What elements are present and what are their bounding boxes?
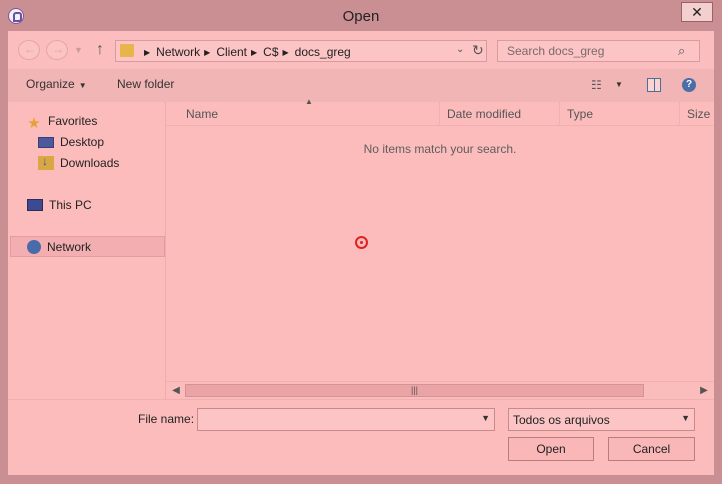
help-icon[interactable]: ? xyxy=(682,78,696,92)
breadcrumb-folder[interactable]: docs_greg xyxy=(295,45,351,59)
window-title: Open xyxy=(342,8,380,25)
file-type-select[interactable]: Todos os arquivos ▼ xyxy=(508,408,695,431)
search-icon[interactable]: ⌕ xyxy=(678,43,685,59)
scrollbar-thumb[interactable]: ||| xyxy=(185,384,644,397)
recent-locations-button[interactable]: ▼ xyxy=(74,45,83,55)
address-bar[interactable]: ▶ Network ▶ Client ▶ C$ ▶ docs_greg ⌄ ↻ xyxy=(115,40,487,62)
horizontal-scrollbar[interactable]: ◀ ||| ▶ xyxy=(166,381,714,399)
breadcrumb: ▶ Network ▶ Client ▶ C$ ▶ docs_greg xyxy=(140,44,351,60)
column-header-type[interactable]: Type xyxy=(560,102,680,126)
up-arrow-icon[interactable]: ↑ xyxy=(96,41,104,59)
nav-item-desktop[interactable]: Desktop xyxy=(38,132,104,152)
view-options-icon[interactable]: ☷ xyxy=(591,78,602,92)
nav-item-favorites[interactable]: ★ Favorites xyxy=(26,111,98,132)
desktop-icon xyxy=(38,136,54,148)
back-button[interactable]: ← xyxy=(18,40,40,60)
network-icon xyxy=(27,240,41,254)
forward-arrow-icon: → xyxy=(52,42,64,56)
empty-message: No items match your search. xyxy=(363,142,517,156)
search-box[interactable]: ⌕ xyxy=(497,40,700,62)
breadcrumb-share[interactable]: C$ xyxy=(263,45,278,59)
title-bar: Open ✕ xyxy=(0,0,722,32)
organize-label: Organize xyxy=(26,77,75,91)
chevron-down-icon[interactable]: ▼ xyxy=(681,413,690,423)
nav-label-network: Network xyxy=(47,240,92,254)
nav-label-desktop: Desktop xyxy=(60,135,105,149)
view-dropdown-icon[interactable]: ▼ xyxy=(615,80,623,89)
address-dropdown-icon[interactable]: ⌄ xyxy=(456,44,464,55)
chevron-right-icon: ▶ xyxy=(144,47,151,57)
computer-icon xyxy=(27,199,43,211)
crosshair-target-icon xyxy=(355,236,368,249)
breadcrumb-network[interactable]: Network xyxy=(156,45,200,59)
column-header-date[interactable]: Date modified xyxy=(440,102,560,126)
file-name-combobox[interactable]: ▼ xyxy=(197,408,495,431)
chevron-down-icon[interactable]: ▼ xyxy=(481,413,490,423)
cancel-button[interactable]: Cancel xyxy=(608,437,695,461)
star-icon: ★ xyxy=(27,115,41,132)
command-bar: Organize ▼ New folder ☷ ▼ ? xyxy=(8,69,714,102)
window-bottom-edge xyxy=(0,476,722,484)
navigation-bar: ← → ▼ ↑ ▶ Network ▶ Client ▶ C$ ▶ docs_g… xyxy=(8,31,714,69)
close-icon: ✕ xyxy=(691,4,703,20)
organize-button[interactable]: Organize ▼ xyxy=(26,77,87,91)
breadcrumb-client[interactable]: Client xyxy=(216,45,247,59)
open-dialog: Open ✕ ← → ▼ ↑ ▶ Network ▶ Client ▶ C$ ▶… xyxy=(0,0,722,484)
chevron-right-icon[interactable]: ▶ xyxy=(283,48,289,57)
refresh-icon[interactable]: ↻ xyxy=(472,42,484,59)
file-name-field[interactable] xyxy=(198,409,480,430)
open-button[interactable]: Open xyxy=(508,437,594,461)
column-headers: ▲ Name Date modified Type Size xyxy=(166,97,714,126)
preview-pane-icon[interactable] xyxy=(647,78,661,92)
chevron-right-icon[interactable]: ▶ xyxy=(204,48,210,57)
file-name-label: File name: xyxy=(138,412,195,426)
navigation-pane: ★ Favorites Desktop Downloads This PC Net… xyxy=(8,102,166,399)
scroll-left-icon[interactable]: ◀ xyxy=(168,383,184,398)
nav-label-favorites: Favorites xyxy=(48,114,98,128)
dialog-body: ← → ▼ ↑ ▶ Network ▶ Client ▶ C$ ▶ docs_g… xyxy=(8,31,714,475)
nav-item-downloads[interactable]: Downloads xyxy=(38,153,119,173)
new-folder-button[interactable]: New folder xyxy=(117,77,174,91)
nav-label-this-pc: This PC xyxy=(49,198,92,212)
file-list: ▲ Name Date modified Type Size No items … xyxy=(166,97,714,399)
search-input[interactable] xyxy=(498,41,682,61)
column-header-size[interactable]: Size xyxy=(680,102,720,126)
nav-label-downloads: Downloads xyxy=(60,156,120,170)
chevron-right-icon[interactable]: ▶ xyxy=(251,48,257,57)
grip-icon: ||| xyxy=(411,385,419,395)
forward-button[interactable]: → xyxy=(46,40,68,60)
back-arrow-icon: ← xyxy=(24,42,36,56)
chevron-down-icon: ▼ xyxy=(78,81,87,90)
scroll-right-icon[interactable]: ▶ xyxy=(696,383,712,398)
close-button[interactable]: ✕ xyxy=(681,2,713,22)
file-type-value: Todos os arquivos xyxy=(513,413,610,427)
nav-item-network[interactable]: Network xyxy=(27,237,91,257)
dialog-footer: File name: ▼ Todos os arquivos ▼ Open Ca… xyxy=(8,399,714,475)
downloads-icon xyxy=(38,154,54,170)
column-header-name[interactable]: Name xyxy=(179,102,440,126)
folder-icon xyxy=(120,44,134,57)
nav-item-this-pc[interactable]: This PC xyxy=(27,195,92,215)
